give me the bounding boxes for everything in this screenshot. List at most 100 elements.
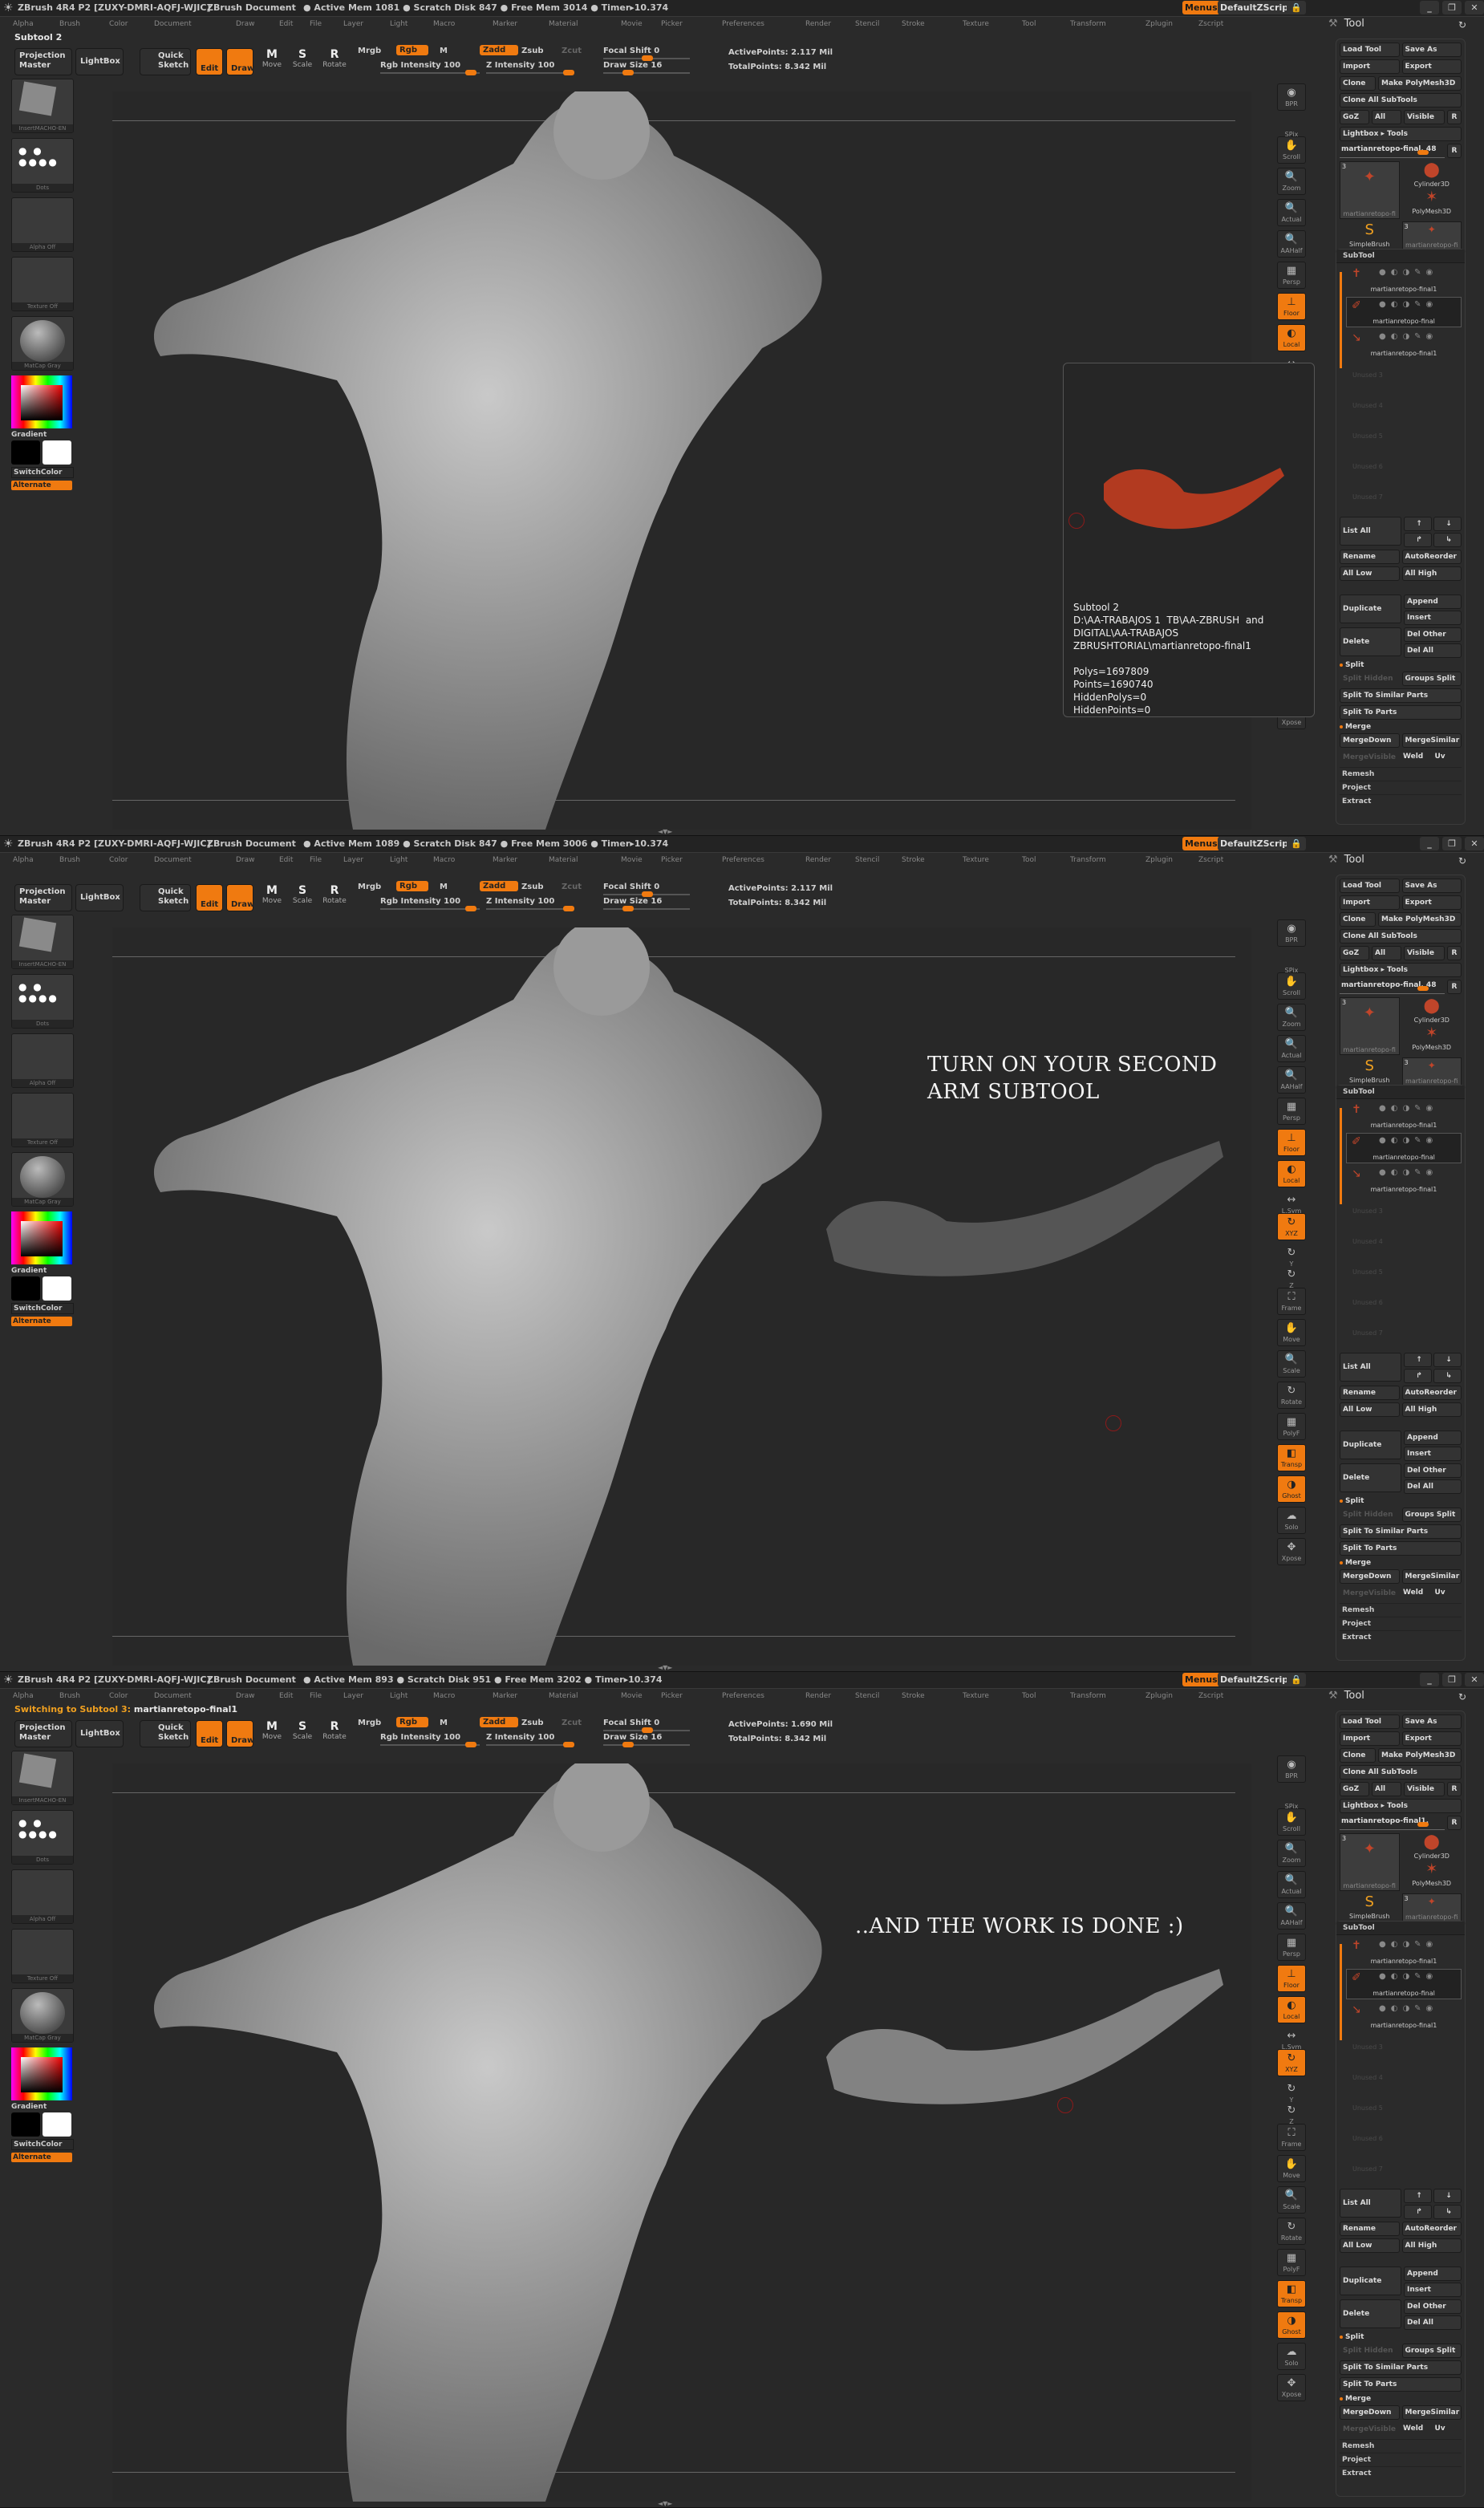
delete-button[interactable]: Delete [1340,1463,1401,1492]
move-down-arrow-button[interactable]: ↳ [1433,1369,1462,1383]
viewport-floor-button[interactable]: ⊥ Floor [1277,1965,1306,1992]
viewport-move-button[interactable]: ✋ Move [1277,2155,1306,2182]
texture-thumbnail[interactable]: Texture Off [11,257,74,311]
del-all-button[interactable]: Del All [1404,643,1462,658]
switch-color-button[interactable]: SwitchColor [11,1303,74,1314]
slider-knob[interactable] [642,55,653,61]
menu-tool[interactable]: Tool [1022,856,1036,864]
goz-visible-button[interactable]: Visible [1404,1782,1445,1796]
make-polymesh-button[interactable]: Make PolyMesh3D [1378,76,1462,91]
tool-r-button[interactable]: R [1447,144,1462,158]
subtool-header[interactable]: SubTool [1336,1922,1465,1935]
viewport-frame-button[interactable]: ⛶ Frame [1277,1288,1306,1315]
tool-r-button[interactable]: R [1447,1816,1462,1830]
viewport-zoom-button[interactable]: 🔍 Zoom [1277,1004,1306,1031]
menu-tool[interactable]: Tool [1022,20,1036,28]
menu-texture[interactable]: Texture [963,1692,989,1700]
stroke-thumbnail[interactable]: ● ● ●●●● Dots [11,138,74,193]
menu-document[interactable]: Document [154,20,192,28]
rotate-button[interactable]: R Rotate [321,1720,348,1741]
menu-color[interactable]: Color [109,20,128,28]
list-all-button[interactable]: List All [1340,2189,1401,2218]
rgb-button[interactable]: Rgb [396,45,428,55]
slider-knob[interactable] [563,906,574,911]
alpha-thumbnail[interactable]: Alpha Off [11,1033,74,1088]
zsub-button[interactable]: Zsub [521,1719,543,1727]
all-low-button[interactable]: All Low [1340,1402,1400,1417]
viewport-transp-button[interactable]: ◧ Transp [1277,2280,1306,2307]
viewport-xyz-button[interactable]: ↻ XYZ [1277,2049,1306,2076]
menu-alpha[interactable]: Alpha [13,20,34,28]
gradient-button[interactable]: Gradient [11,1267,75,1275]
gradient-button[interactable]: Gradient [11,2103,75,2111]
draw-button[interactable]: Draw [226,1720,254,1747]
stroke-thumbnail[interactable]: ● ● ●●●● Dots [11,1810,74,1865]
split-similar-parts-button[interactable]: Split To Similar Parts [1340,2360,1462,2375]
weld-toggle[interactable]: Weld [1401,2422,1430,2435]
move-down-arrow-button[interactable]: ↳ [1433,533,1462,547]
rotate-button[interactable]: R Rotate [321,884,348,905]
save-as-button[interactable]: Save As [1401,43,1462,57]
del-other-button[interactable]: Del Other [1404,2299,1462,2314]
menu-draw[interactable]: Draw [236,856,255,864]
lightbox-button[interactable]: LightBox [75,1720,124,1747]
current-tool-slider[interactable]: martianretopo-final. 48 [1340,980,1445,994]
merge-section[interactable]: Merge [1340,723,1462,731]
remesh-section[interactable]: Remesh [1340,1603,1462,1617]
subtool-item[interactable]: ✝ ●◐◑✎◉ martianretopo-final1 [1346,265,1462,295]
projection-master-button[interactable]: Projection Master [14,884,72,911]
weld-toggle[interactable]: Weld [1401,750,1430,763]
export-button[interactable]: Export [1401,59,1462,74]
menu-zplugin[interactable]: Zplugin [1145,20,1173,28]
viewport-xpose-button[interactable]: ✥ Xpose [1277,2374,1306,2401]
default-zscript-button[interactable]: DefaultZScript [1218,1673,1295,1686]
lock-icon[interactable]: 🔒 [1287,837,1306,850]
quick-sketch-button[interactable]: Quick Sketch [140,884,191,911]
menu-tool[interactable]: Tool [1022,1692,1036,1700]
menu-edit[interactable]: Edit [279,856,293,864]
tool-simplebrush[interactable]: S SimpleBrush [1340,221,1400,249]
menus-button[interactable]: Menus [1182,1,1220,14]
tool-thumbnail-secondary[interactable]: 3 ✦ martianretopo-fi [1401,221,1462,250]
mrgb-button[interactable]: Mrgb [358,883,381,891]
alternate-button[interactable]: Alternate [11,481,72,490]
project-section[interactable]: Project [1340,781,1462,794]
delete-button[interactable]: Delete [1340,627,1401,656]
menu-stencil[interactable]: Stencil [855,1692,879,1700]
menu-marker[interactable]: Marker [493,1692,517,1700]
color-picker[interactable] [11,2047,72,2100]
list-all-button[interactable]: List All [1340,517,1401,546]
goz-all-button[interactable]: All [1372,1782,1401,1796]
viewport-move-button[interactable]: ✋ Move [1277,1319,1306,1346]
menu-light[interactable]: Light [390,20,407,28]
viewport-bpr-button[interactable]: ◉ BPR [1277,1755,1306,1783]
goz-visible-button[interactable]: Visible [1404,946,1445,960]
project-section[interactable]: Project [1340,1617,1462,1630]
menu-zplugin[interactable]: Zplugin [1145,856,1173,864]
main-color-swatch[interactable] [43,440,71,465]
merge-similar-button[interactable]: MergeSimilar [1401,733,1462,748]
rgb-button[interactable]: Rgb [396,1717,428,1727]
viewport-actual-button[interactable]: 🔍 Actual [1277,1035,1306,1062]
edit-button[interactable]: Edit [196,884,223,911]
mrgb-button[interactable]: Mrgb [358,1719,381,1727]
menu-layer[interactable]: Layer [343,1692,363,1700]
color-picker[interactable] [11,1211,72,1264]
load-tool-button[interactable]: Load Tool [1340,1715,1400,1729]
subtool-header[interactable]: SubTool [1336,1086,1465,1099]
menu-brush[interactable]: Brush [59,1692,80,1700]
project-section[interactable]: Project [1340,2453,1462,2466]
viewport-bpr-button[interactable]: ◉ BPR [1277,919,1306,947]
slider-knob[interactable] [563,1742,574,1747]
goz-button[interactable]: GoZ [1340,1782,1369,1796]
move-down-button[interactable]: ↓ [1433,517,1462,531]
menu-macro[interactable]: Macro [433,1692,455,1700]
move-up-arrow-button[interactable]: ↱ [1404,1369,1432,1383]
gradient-button[interactable]: Gradient [11,431,75,439]
reset-icon[interactable]: ↻ [1458,855,1466,866]
subtool-item[interactable]: ✝ ●◐◑✎◉ martianretopo-final1 [1346,1937,1462,1967]
viewport-persp-button[interactable]: ▦ Persp [1277,1098,1306,1125]
slider-knob[interactable] [563,70,574,75]
viewport-zoom-button[interactable]: 🔍 Zoom [1277,1840,1306,1867]
clone-all-subtools-button[interactable]: Clone All SubTools [1340,929,1462,944]
